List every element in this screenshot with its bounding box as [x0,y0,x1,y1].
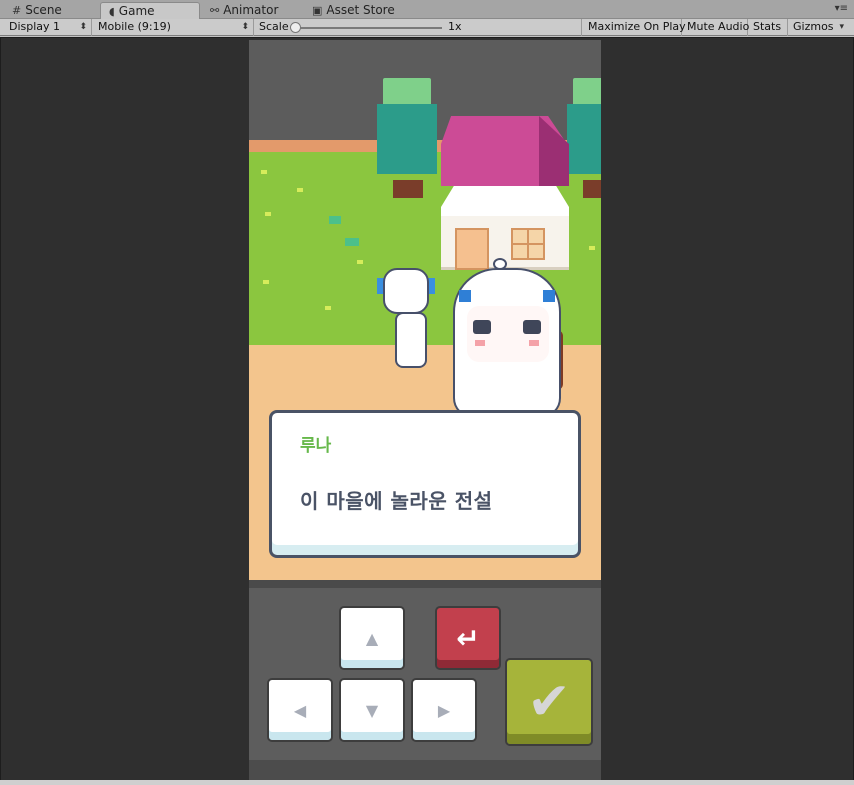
animator-icon: ⚯ [210,4,220,17]
grass-tuft [297,188,303,192]
tree-trunk [393,180,423,198]
dpad-down-button[interactable]: ▼ [339,678,405,742]
arrow-left-icon: ◀ [293,700,307,720]
status-strip [0,780,854,785]
dpad-left-button[interactable]: ◀ [267,678,333,742]
controls-divider [249,580,601,588]
house-window [511,228,545,260]
gizmos-dropdown[interactable]: Gizmos ▾ [788,19,848,36]
hair-bow [543,290,555,302]
character-blush [529,340,539,346]
hair-bow [459,290,471,302]
tab-animator[interactable]: ⚯ Animator [202,2,286,19]
game-viewport[interactable]: 루나 이 마을에 놀라운 전설 ▲ ◀ ▼ ▶ ↵ ✔ [249,40,601,780]
dialogue-text: 이 마을에 놀라운 전설 [300,489,493,513]
dialogue-box[interactable]: 루나 이 마을에 놀라운 전설 [269,410,581,558]
grass-tuft [325,306,331,310]
dpad-up-button[interactable]: ▲ [339,606,405,670]
character-blush [475,340,485,346]
game-toolbar: Display 1 ⬍ Mobile (9:19) ⬍ Scale 1x Max… [0,19,854,36]
game-scene: 루나 이 마을에 놀라운 전설 [249,40,601,580]
grass-tuft [263,280,269,284]
chevron-down-icon: ▾ [839,22,844,32]
return-arrow-icon: ↵ [456,621,480,655]
scale-slider-track[interactable] [292,27,442,29]
tab-options-icon[interactable]: ▾≡ [835,3,848,14]
resolution-dropdown[interactable]: Mobile (9:19) ⬍ [93,19,254,36]
dpad-right-button[interactable]: ▶ [411,678,477,742]
store-icon: ▣ [312,4,323,17]
pet-character [377,268,437,372]
pet-head [383,268,429,314]
tree-foliage [377,104,437,174]
house-eave [441,186,569,216]
tree-trunk [583,180,601,198]
tab-bar: # Scene ◖ Game ⚯ Animator ▣ Asset Store ▾≡ [0,0,854,19]
arrow-down-icon: ▼ [365,700,379,720]
grid-icon: # [12,4,22,17]
arrow-up-icon: ▲ [365,628,379,648]
tree-foliage [567,104,601,174]
scale-slider-handle[interactable] [290,22,301,33]
confirm-button[interactable]: ✔ [505,658,593,746]
controls-footer [249,760,601,780]
tab-asset-store[interactable]: ▣ Asset Store [304,2,403,19]
bush-sprite [329,216,341,224]
grass-tuft [589,246,595,250]
tab-game[interactable]: ◖ Game [100,2,200,19]
updown-arrow-icon: ⬍ [79,22,87,32]
grass-tuft [357,260,363,264]
bush-sprite [345,238,359,246]
character-face [467,306,549,362]
grass-tuft [265,212,271,216]
grass-tuft [261,170,267,174]
control-pad: ▲ ◀ ▼ ▶ ↵ ✔ [249,588,601,760]
luna-character [449,258,579,428]
back-button[interactable]: ↵ [435,606,501,670]
updown-arrow-icon: ⬍ [241,22,249,32]
mute-audio-toggle[interactable]: Mute Audio [682,19,749,36]
arrow-right-icon: ▶ [437,700,451,720]
display-dropdown[interactable]: Display 1 ⬍ [4,19,92,36]
tab-scene[interactable]: # Scene [4,2,70,19]
character-eye [523,320,541,334]
character-eye [473,320,491,334]
checkmark-icon: ✔ [527,672,571,732]
pet-body [395,312,427,368]
stats-toggle[interactable]: Stats [748,19,788,36]
maximize-on-play-toggle[interactable]: Maximize On Play [583,19,686,36]
speaker-name: 루나 [300,436,332,456]
pacman-icon: ◖ [109,5,115,18]
